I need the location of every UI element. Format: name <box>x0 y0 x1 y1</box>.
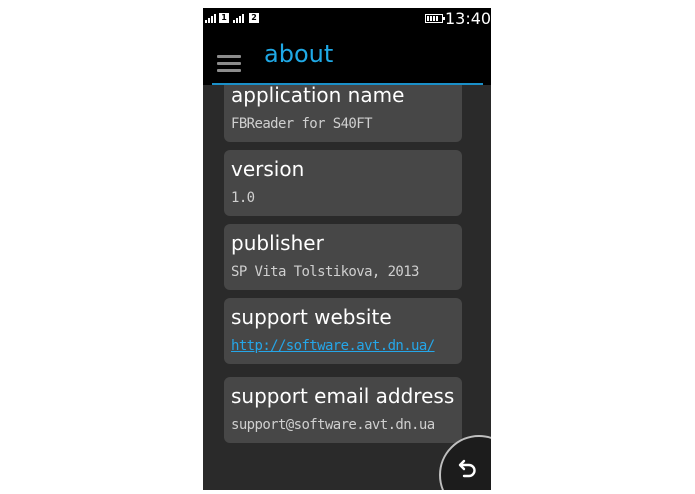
version-label: version <box>231 157 305 181</box>
version-card: version 1.0 <box>224 150 462 216</box>
signal-icon <box>233 13 249 23</box>
sim-2-badge: 2 <box>249 13 259 23</box>
status-bar: 1 2 13:40 <box>203 8 491 29</box>
support-email-value: support@software.avt.dn.ua <box>231 417 435 433</box>
clock: 13:40 <box>445 9 491 28</box>
application-name-label: application name <box>231 85 405 107</box>
support-website-link[interactable]: http://software.avt.dn.ua/ <box>231 337 435 355</box>
support-website-label: support website <box>231 305 392 329</box>
page-title: about <box>264 40 334 68</box>
version-value: 1.0 <box>231 190 255 206</box>
phone-screen: 1 2 13:40 about application name FBReade… <box>203 8 491 490</box>
application-name-value: FBReader for S40FT <box>231 116 373 132</box>
support-website-card: support website http://software.avt.dn.u… <box>224 298 462 364</box>
application-name-card: application name FBReader for S40FT <box>224 85 462 142</box>
battery-icon <box>425 14 445 23</box>
hamburger-menu-icon[interactable] <box>217 55 241 72</box>
about-list[interactable]: application name FBReader for S40FT vers… <box>203 85 491 490</box>
publisher-card: publisher SP Vita Tolstikova, 2013 <box>224 224 462 290</box>
back-arrow-icon[interactable] <box>457 457 479 479</box>
sim-1-badge: 1 <box>219 13 229 23</box>
publisher-value: SP Vita Tolstikova, 2013 <box>231 264 419 280</box>
support-email-card: support email address support@software.a… <box>224 377 462 443</box>
header-bar: about <box>203 29 491 85</box>
support-email-label: support email address <box>231 384 455 408</box>
publisher-label: publisher <box>231 231 324 255</box>
